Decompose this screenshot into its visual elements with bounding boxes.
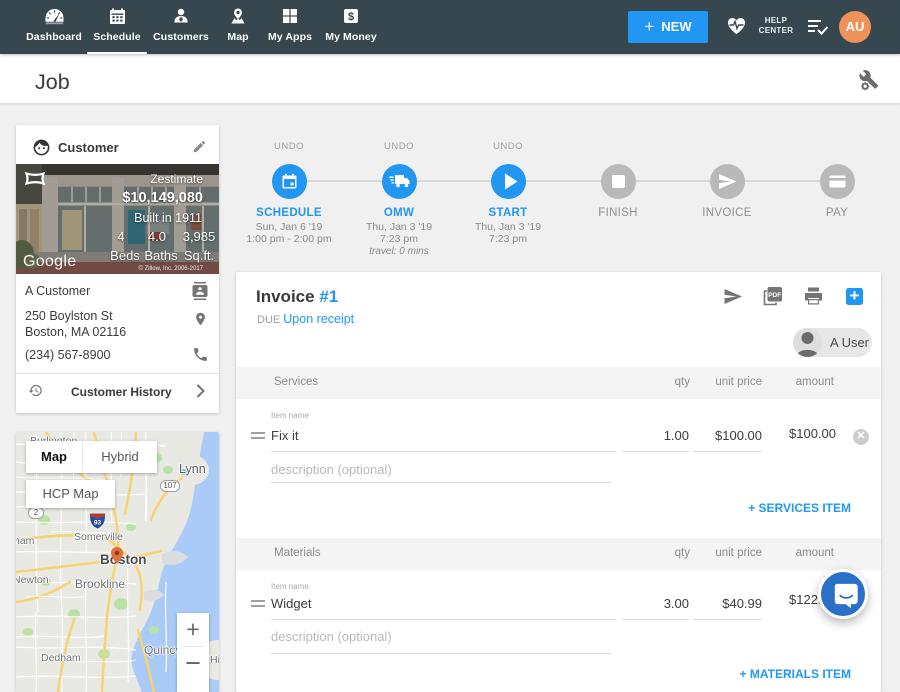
svg-text:$: $: [348, 11, 354, 23]
svg-text:PDF: PDF: [768, 292, 781, 299]
svg-text:93: 93: [94, 520, 102, 527]
